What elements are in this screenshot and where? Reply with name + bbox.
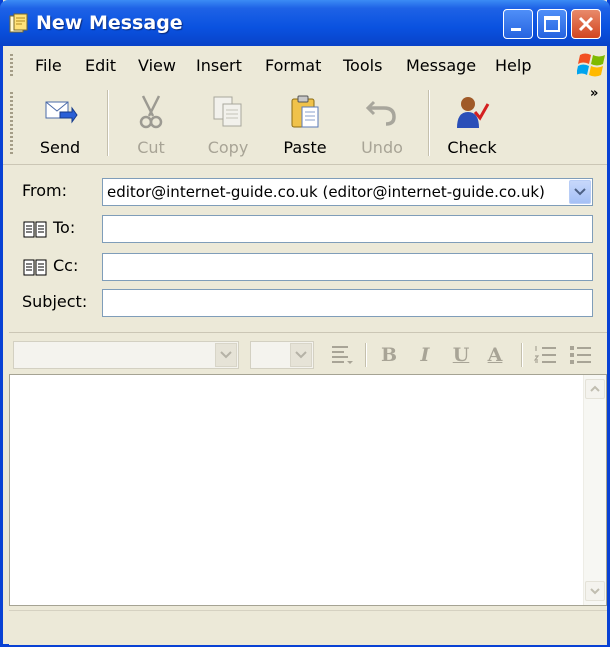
toolbar-separator xyxy=(107,90,109,156)
undo-button[interactable]: Undo xyxy=(347,88,417,158)
check-label: Check xyxy=(447,138,497,157)
copy-button[interactable]: Copy xyxy=(193,88,263,158)
window-title: New Message xyxy=(36,12,183,34)
menu-view[interactable]: View xyxy=(138,56,176,75)
from-dropdown-button[interactable] xyxy=(569,180,591,204)
copy-label: Copy xyxy=(207,138,249,157)
subject-label: Subject: xyxy=(22,292,88,311)
status-bar xyxy=(9,610,607,645)
from-label: From: xyxy=(22,181,68,200)
cut-button[interactable]: Cut xyxy=(116,88,186,158)
menu-insert[interactable]: Insert xyxy=(196,56,242,75)
underline-button[interactable]: U xyxy=(449,343,473,367)
to-field[interactable] xyxy=(102,215,593,243)
chevron-down-icon xyxy=(590,588,600,595)
windows-logo-icon xyxy=(577,53,605,77)
menu-help[interactable]: Help xyxy=(495,56,531,75)
vertical-scrollbar[interactable] xyxy=(583,375,606,605)
paragraph-style-icon[interactable] xyxy=(329,343,353,367)
toolbar-separator xyxy=(428,90,430,156)
send-label: Send xyxy=(39,138,81,157)
font-size-select[interactable] xyxy=(250,341,314,369)
cc-field[interactable] xyxy=(102,253,593,281)
numbered-list-icon[interactable] xyxy=(534,343,558,367)
cc-label[interactable]: Cc: xyxy=(53,256,78,275)
maximize-icon xyxy=(544,16,560,32)
format-separator xyxy=(521,343,523,367)
scroll-down-button[interactable] xyxy=(585,581,605,601)
format-separator xyxy=(365,343,367,367)
paste-label: Paste xyxy=(283,138,327,157)
bulleted-list-icon[interactable] xyxy=(569,343,593,367)
minimize-button[interactable] xyxy=(503,9,533,39)
menu-grip[interactable] xyxy=(10,54,13,76)
chevron-up-icon xyxy=(590,385,600,392)
check-names-icon xyxy=(457,97,490,128)
toolbar-overflow-icon[interactable]: » xyxy=(590,86,598,101)
menu-tools[interactable]: Tools xyxy=(343,56,382,75)
minimize-icon xyxy=(511,28,521,31)
font-name-select[interactable] xyxy=(13,341,239,369)
close-icon xyxy=(578,16,594,32)
new-message-icon xyxy=(9,13,28,33)
italic-button[interactable]: I xyxy=(413,343,437,367)
formatting-toolbar: B I U A xyxy=(9,332,607,373)
new-message-window: New Message File Edit View Insert Format… xyxy=(0,0,610,647)
close-button[interactable] xyxy=(571,9,601,39)
font-color-button[interactable]: A xyxy=(483,343,507,367)
toolbar-grip[interactable] xyxy=(10,92,13,156)
undo-label: Undo xyxy=(361,138,403,157)
chevron-down-icon xyxy=(295,351,307,359)
from-value: editor@internet-guide.co.uk (editor@inte… xyxy=(107,183,545,201)
send-button[interactable]: Send xyxy=(25,88,95,158)
send-icon xyxy=(45,101,78,124)
cut-label: Cut xyxy=(137,138,165,157)
chevron-down-icon xyxy=(574,188,586,196)
chevron-down-icon xyxy=(220,351,232,359)
bold-button[interactable]: B xyxy=(377,343,401,367)
maximize-button[interactable] xyxy=(537,9,567,39)
copy-icon xyxy=(213,96,242,127)
title-bar[interactable]: New Message xyxy=(0,0,610,46)
menu-file[interactable]: File xyxy=(35,56,62,75)
menu-edit[interactable]: Edit xyxy=(85,56,116,75)
font-name-dropdown-button[interactable] xyxy=(215,343,237,367)
font-size-dropdown-button[interactable] xyxy=(290,343,312,367)
paste-button[interactable]: Paste xyxy=(270,88,340,158)
message-body[interactable] xyxy=(9,374,607,606)
toolbar: Send Cut Copy Paste Undo Check » xyxy=(3,84,607,165)
to-label[interactable]: To: xyxy=(53,218,75,237)
menu-bar: File Edit View Insert Format Tools Messa… xyxy=(3,46,607,85)
menu-format[interactable]: Format xyxy=(265,56,321,75)
address-book-icon[interactable] xyxy=(23,219,47,239)
undo-icon xyxy=(365,100,396,126)
subject-field[interactable] xyxy=(102,289,593,317)
menu-message[interactable]: Message xyxy=(406,56,476,75)
paste-icon xyxy=(291,95,319,128)
address-book-icon[interactable] xyxy=(23,257,47,277)
message-header: From: editor@internet-guide.co.uk (edito… xyxy=(3,165,607,325)
scroll-up-button[interactable] xyxy=(585,379,605,399)
from-select[interactable]: editor@internet-guide.co.uk (editor@inte… xyxy=(102,178,593,206)
check-button[interactable]: Check xyxy=(437,88,507,158)
scissors-icon xyxy=(139,95,163,129)
